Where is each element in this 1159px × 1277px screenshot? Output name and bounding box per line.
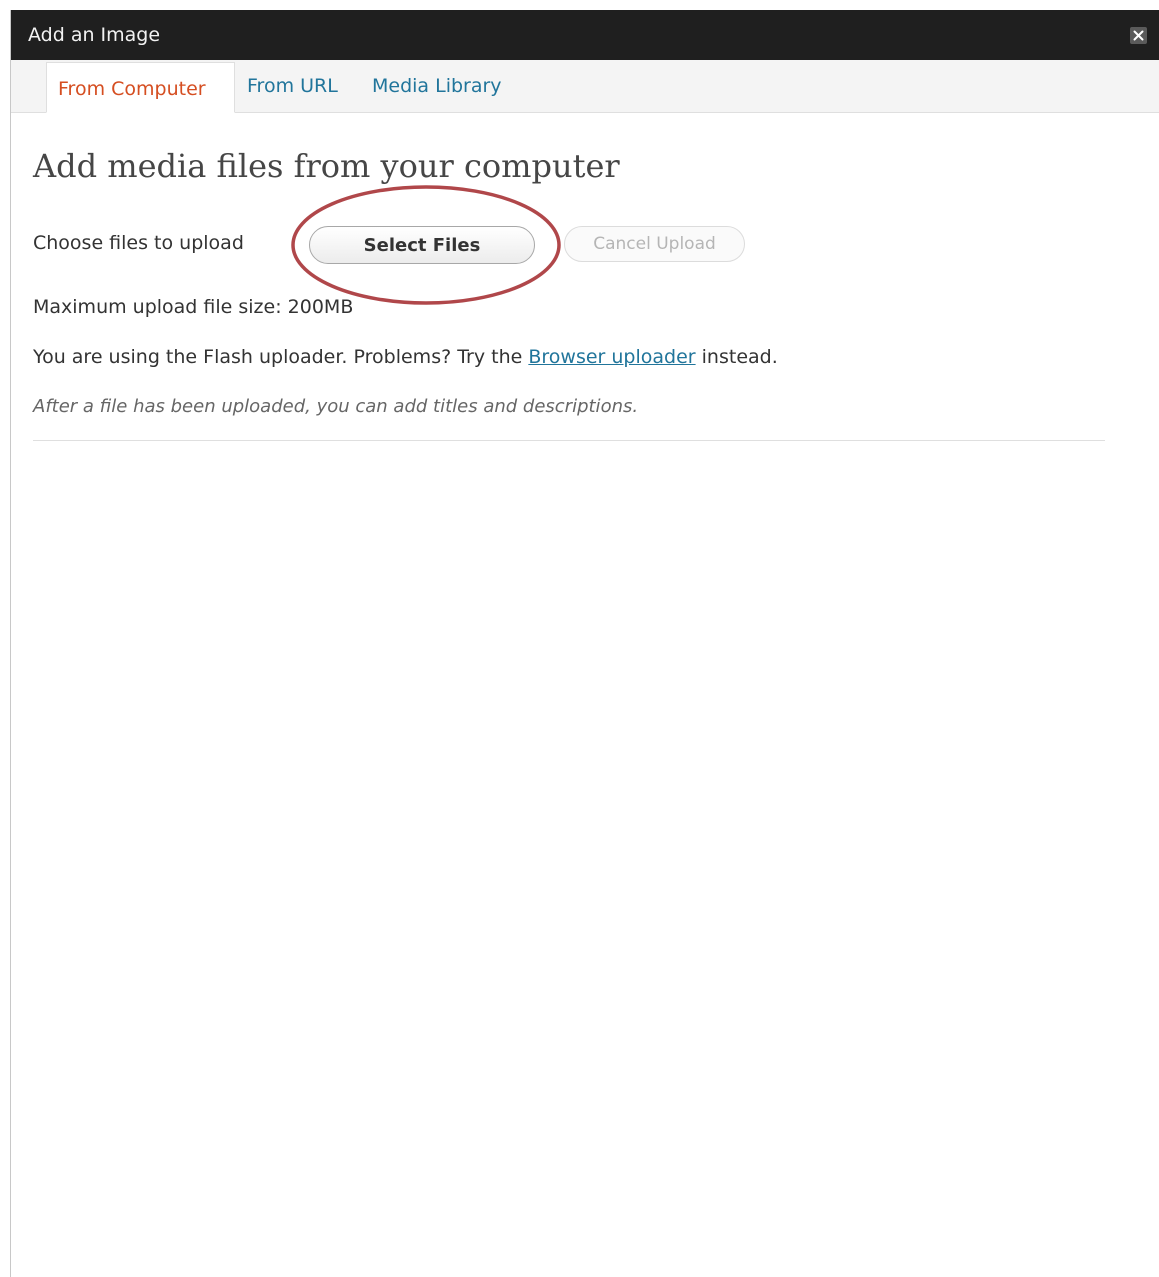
max-upload-size: Maximum upload file size: 200MB xyxy=(33,296,354,318)
tab-label: Media Library xyxy=(372,75,502,97)
select-files-button[interactable]: Select Files xyxy=(309,226,535,264)
tab-media-library[interactable]: Media Library xyxy=(372,73,502,113)
flash-notice-prefix: You are using the Flash uploader. Proble… xyxy=(33,346,523,368)
cancel-upload-button[interactable]: Cancel Upload xyxy=(564,226,745,262)
tab-label: From Computer xyxy=(58,78,206,100)
after-upload-note: After a file has been uploaded, you can … xyxy=(33,396,639,417)
dialog-title: Add an Image xyxy=(28,24,161,46)
tab-label: From URL xyxy=(247,75,338,97)
tab-from-computer[interactable]: From Computer xyxy=(46,62,235,113)
tab-bar: From Computer From URL Media Library xyxy=(11,60,1159,113)
add-image-dialog: Add an Image From Computer From URL Medi… xyxy=(10,10,1159,1277)
dialog-titlebar: Add an Image xyxy=(11,10,1159,60)
flash-notice-suffix: instead. xyxy=(701,346,778,368)
divider xyxy=(33,440,1105,441)
tab-from-url[interactable]: From URL xyxy=(247,73,338,113)
page-title: Add media files from your computer xyxy=(33,147,620,185)
choose-files-label: Choose files to upload xyxy=(33,232,244,254)
flash-uploader-notice: You are using the Flash uploader. Proble… xyxy=(33,344,778,370)
close-icon xyxy=(1133,30,1144,41)
close-button[interactable] xyxy=(1130,27,1147,44)
browser-uploader-link[interactable]: Browser uploader xyxy=(528,346,695,368)
